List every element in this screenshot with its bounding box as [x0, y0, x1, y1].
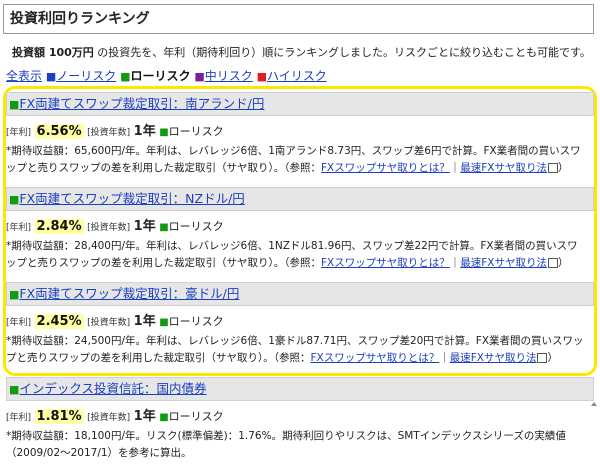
- item-body: [年利] 1.81% [投資年数] 1年 ■ローリスク *期待収益額：18,10…: [6, 401, 594, 462]
- period-tag: [投資年数]: [87, 413, 131, 423]
- rate-value: 6.56%: [34, 124, 84, 139]
- item-header: ■インデックス投資信託：国内債券: [6, 377, 594, 401]
- rate-value: 2.84%: [34, 219, 84, 234]
- item-title-link[interactable]: FX両建てスワップ裁定取引：豪ドル/円: [19, 286, 239, 301]
- item-title-link[interactable]: FX両建てスワップ裁定取引：南アランド/円: [19, 96, 264, 111]
- item-body: [年利] 2.84% [投資年数] 1年 ■ローリスク *期待収益額：28,40…: [6, 211, 594, 272]
- external-link-icon: ext: [547, 258, 558, 268]
- low-risk-square-icon: ■: [9, 98, 20, 111]
- rate-tag: [年利]: [6, 223, 32, 233]
- item-description: *期待収益額：65,600円/年。年利は、レバレッジ6倍、1南アランド8.73円…: [6, 145, 581, 174]
- period-value: 1年: [133, 124, 156, 139]
- fastest-fx-method-link[interactable]: 最速FXサヤ取り法: [460, 162, 547, 174]
- item-body: [年利] 2.45% [投資年数] 1年 ■ローリスク *期待収益額：24,50…: [6, 306, 594, 367]
- low-risk-square-icon: ■: [9, 383, 20, 396]
- rate-tag: [年利]: [6, 128, 32, 138]
- item-body: [年利] 6.56% [投資年数] 1年 ■ローリスク *期待収益額：65,60…: [6, 116, 594, 177]
- fastest-fx-method-link[interactable]: 最速FXサヤ取り法: [460, 257, 547, 269]
- item-title-link[interactable]: インデックス投資信託：国内債券: [19, 381, 206, 396]
- ranking-item: ■FX両建てスワップ裁定取引：南アランド/円 [年利] 6.56% [投資年数]…: [6, 92, 594, 177]
- low-risk-square-icon: ■: [159, 412, 169, 423]
- low-risk-square-icon: ■: [9, 193, 20, 206]
- filter-all-link[interactable]: 全表示: [6, 69, 42, 83]
- ranking-item: ■インデックス投資信託：国内債券 [年利] 1.81% [投資年数] 1年 ■ロ…: [6, 377, 594, 462]
- risk-label: ローリスク: [168, 220, 224, 233]
- page: 投資利回りランキング 投資額 100万円 の投資先を、年利（期待利回り）順にラン…: [0, 0, 600, 467]
- risk-label: ローリスク: [168, 315, 224, 328]
- risk-label: ローリスク: [168, 410, 224, 423]
- swap-arbitrage-link[interactable]: FXスワップサヤ取りとは？: [321, 257, 450, 269]
- ranking-item: ■FX両建てスワップ裁定取引：NZドル/円 [年利] 2.84% [投資年数] …: [6, 187, 594, 272]
- intro-description: の投資先を、年利（期待利回り）順にランキングしました。リスクごとに絞り込むことも…: [93, 46, 591, 59]
- rate-value: 1.81%: [34, 409, 84, 424]
- item-description: *期待収益額：18,100円/年。リスク(標準偏差)：1.76%。期待利回りやリ…: [6, 430, 566, 459]
- period-value: 1年: [133, 219, 156, 234]
- item-description: *期待収益額：28,400円/年。年利は、レバレッジ6倍、1NZドル81.96円…: [6, 240, 578, 269]
- item-header: ■FX両建てスワップ裁定取引：NZドル/円: [6, 187, 594, 211]
- low-risk-square-icon: ■: [9, 288, 20, 301]
- page-title-box: 投資利回りランキング: [3, 4, 594, 34]
- item-title-link[interactable]: FX両建てスワップ裁定取引：NZドル/円: [19, 191, 244, 206]
- rate-tag: [年利]: [6, 413, 32, 423]
- rate-value: 2.45%: [34, 314, 84, 329]
- low-risk-square-icon: ■: [159, 222, 169, 233]
- fastest-fx-method-link[interactable]: 最速FXサヤ取り法: [450, 352, 537, 364]
- intro-text: 投資額 100万円 の投資先を、年利（期待利回り）順にランキングしました。リスク…: [12, 44, 591, 60]
- mid-risk-square-icon: ■: [194, 70, 205, 83]
- filter-mid-risk-link[interactable]: 中リスク: [205, 69, 253, 83]
- filter-high-risk-link[interactable]: ハイリスク: [267, 69, 327, 83]
- item-header: ■FX両建てスワップ裁定取引：豪ドル/円: [6, 282, 594, 306]
- scrollbar[interactable]: [589, 367, 600, 467]
- low-risk-square-icon: ■: [120, 70, 131, 83]
- swap-arbitrage-link[interactable]: FXスワップサヤ取りとは？: [321, 162, 450, 174]
- item-header: ■FX両建てスワップ裁定取引：南アランド/円: [6, 92, 594, 116]
- high-risk-square-icon: ■: [256, 70, 267, 83]
- item-description: *期待収益額：24,500円/年。年利は、レバレッジ6倍、1豪ドル87.71円、…: [6, 335, 584, 364]
- filter-low-risk-current: ローリスク: [130, 69, 191, 83]
- period-value: 1年: [133, 409, 156, 424]
- rate-tag: [年利]: [6, 318, 32, 328]
- period-tag: [投資年数]: [87, 318, 131, 328]
- low-risk-square-icon: ■: [159, 127, 169, 138]
- period-tag: [投資年数]: [87, 223, 131, 233]
- page-title: 投資利回りランキング: [10, 11, 150, 27]
- external-link-icon: ext: [537, 353, 548, 363]
- risk-label: ローリスク: [168, 125, 224, 138]
- ranking-item: ■FX両建てスワップ裁定取引：豪ドル/円 [年利] 2.45% [投資年数] 1…: [6, 282, 594, 367]
- risk-filter-bar: 全表示 ■ノーリスク ■ローリスク ■中リスク ■ハイリスク: [6, 67, 327, 84]
- swap-arbitrage-link[interactable]: FXスワップサヤ取りとは？: [311, 352, 440, 364]
- period-tag: [投資年数]: [87, 128, 131, 138]
- low-risk-square-icon: ■: [159, 317, 169, 328]
- filter-no-risk-link[interactable]: ノーリスク: [56, 69, 116, 83]
- scroll-up-arrow-icon[interactable]: [591, 402, 597, 406]
- period-value: 1年: [133, 314, 156, 329]
- intro-amount: 投資額 100万円: [12, 46, 94, 59]
- external-link-icon: ext: [547, 163, 558, 173]
- no-risk-square-icon: ■: [45, 70, 57, 83]
